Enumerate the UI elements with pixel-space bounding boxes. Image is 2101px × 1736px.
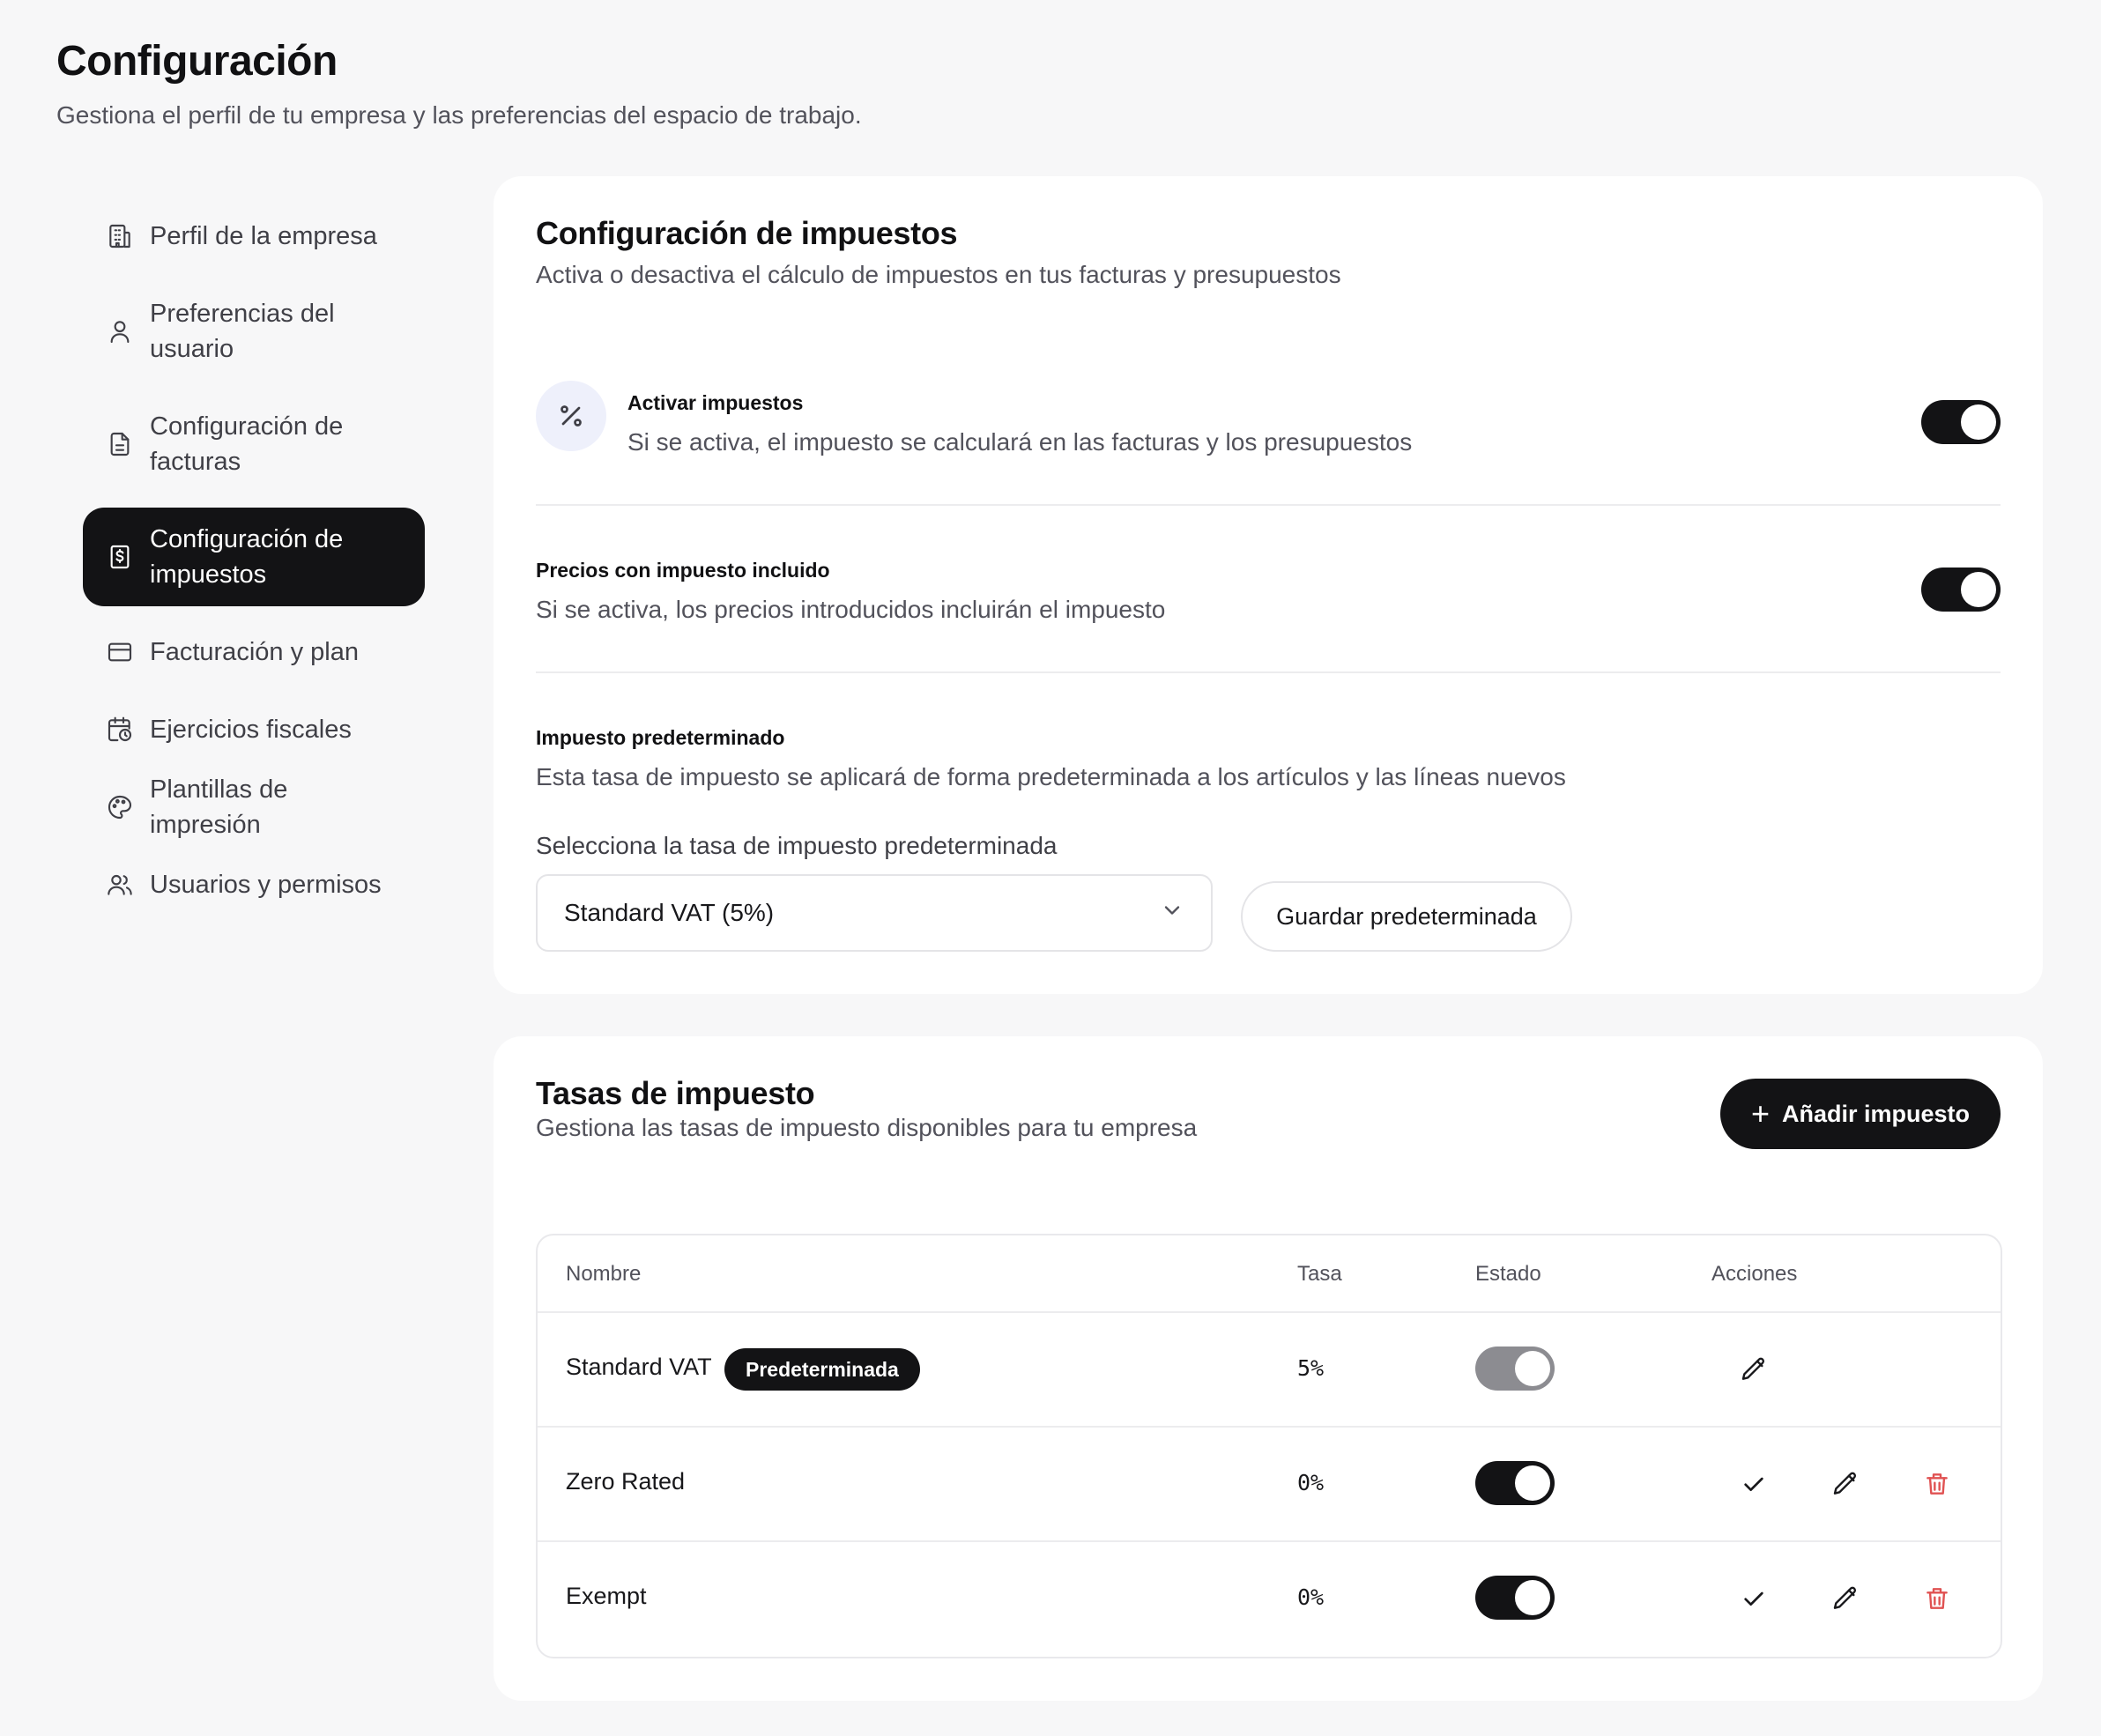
edit-icon[interactable] — [1830, 1583, 1861, 1614]
sidebar-item-label: Usuarios y permisos — [150, 871, 382, 899]
tax-rate: 0% — [1297, 1584, 1325, 1610]
default-tax-select-label: Selecciona la tasa de impuesto predeterm… — [536, 832, 1058, 859]
trash-icon[interactable] — [1921, 1468, 1953, 1500]
toggle-knob — [1515, 1351, 1550, 1386]
divider — [536, 504, 2001, 506]
enable-taxes-help: Si se activa, el impuesto se calculará e… — [627, 428, 1413, 456]
tax-inclusive-label: Precios con impuesto incluido — [536, 559, 830, 582]
user-icon — [104, 315, 136, 347]
add-tax-label: Añadir impuesto — [1782, 1100, 1971, 1127]
trash-icon[interactable] — [1921, 1583, 1953, 1614]
tax-settings-title: Configuración de impuestos — [536, 215, 958, 251]
palette-icon — [104, 791, 136, 823]
tax-rates-table: Nombre Tasa Estado Acciones Standard VAT… — [536, 1234, 2002, 1658]
sidebar-item-label: Facturación y plan — [150, 638, 359, 666]
enable-taxes-toggle[interactable] — [1921, 400, 2001, 444]
save-default-button[interactable]: Guardar predeterminada — [1241, 881, 1572, 952]
tax-rate: 0% — [1297, 1470, 1325, 1495]
default-badge: Predeterminada — [724, 1348, 920, 1391]
sidebar-item-print-templates[interactable]: Plantillas de impresión — [83, 775, 425, 839]
page-title: Configuración — [56, 38, 338, 85]
divider — [536, 671, 2001, 673]
table-row: Zero Rated 0% — [538, 1428, 2001, 1542]
tax-inclusive-help: Si se activa, los precios introducidos i… — [536, 596, 1166, 623]
sidebar-item-billing-plan[interactable]: Facturación y plan — [83, 620, 425, 684]
status-toggle[interactable] — [1475, 1347, 1555, 1391]
set-default-check-icon[interactable] — [1738, 1583, 1770, 1614]
tax-name: Standard VAT — [566, 1354, 712, 1380]
table-header: Nombre Tasa Estado Acciones — [538, 1235, 2001, 1313]
tax-name: Exempt — [566, 1583, 647, 1609]
users-icon — [104, 869, 136, 901]
column-header-name: Nombre — [566, 1262, 642, 1286]
status-toggle[interactable] — [1475, 1461, 1555, 1505]
tax-rates-title: Tasas de impuesto — [536, 1075, 815, 1111]
status-toggle[interactable] — [1475, 1576, 1555, 1620]
sidebar-item-fiscal-years[interactable]: Ejercicios fiscales — [83, 698, 425, 761]
sidebar-item-label: Perfil de la empresa — [150, 222, 377, 250]
sidebar-item-label: Ejercicios fiscales — [150, 716, 352, 744]
default-tax-select[interactable]: Standard VAT (5%) — [536, 874, 1213, 952]
sidebar-item-label: Preferencias del usuario — [150, 300, 335, 363]
column-header-status: Estado — [1475, 1262, 1541, 1286]
calendar-clock-icon — [104, 714, 136, 746]
tax-inclusive-toggle[interactable] — [1921, 568, 2001, 612]
receipt-icon — [104, 541, 136, 573]
toggle-knob — [1515, 1465, 1550, 1501]
column-header-rate: Tasa — [1297, 1262, 1342, 1286]
sidebar-item-user-preferences[interactable]: Preferencias del usuario — [83, 282, 425, 381]
toggle-knob — [1515, 1580, 1550, 1615]
column-header-actions: Acciones — [1711, 1262, 1798, 1286]
page-subtitle: Gestiona el perfil de tu empresa y las p… — [56, 101, 862, 129]
table-row: Exempt 0% — [538, 1542, 2001, 1657]
percent-icon — [536, 381, 606, 451]
sidebar-item-label: Configuración de impuestos — [150, 525, 344, 589]
edit-icon[interactable] — [1738, 1354, 1770, 1385]
tax-rates-description: Gestiona las tasas de impuesto disponibl… — [536, 1114, 1198, 1141]
toggle-knob — [1961, 404, 1996, 440]
sidebar-item-label: Configuración de facturas — [150, 412, 344, 476]
edit-icon[interactable] — [1830, 1468, 1861, 1500]
settings-sidebar: Perfil de la empresa Preferencias del us… — [83, 204, 425, 916]
table-row: Standard VAT Predeterminada 5% — [538, 1313, 2001, 1428]
sidebar-item-label: Plantillas de impresión — [150, 775, 288, 839]
enable-taxes-label: Activar impuestos — [627, 391, 804, 414]
default-tax-label: Impuesto predeterminado — [536, 726, 785, 749]
tax-name: Zero Rated — [566, 1468, 686, 1495]
chevron-down-icon — [1160, 898, 1184, 929]
tax-settings-card: Configuración de impuestos Activa o desa… — [494, 176, 2043, 994]
document-icon — [104, 428, 136, 460]
sidebar-item-tax-settings[interactable]: Configuración de impuestos — [83, 508, 425, 606]
building-icon — [104, 220, 136, 252]
set-default-check-icon[interactable] — [1738, 1468, 1770, 1500]
page-header: Configuración Gestiona el perfil de tu e… — [56, 37, 862, 130]
tax-settings-description: Activa o desactiva el cálculo de impuest… — [536, 261, 1341, 288]
tax-rate: 5% — [1297, 1355, 1325, 1381]
default-tax-help: Esta tasa de impuesto se aplicará de for… — [536, 763, 1566, 790]
plus-icon: + — [1750, 1095, 1770, 1131]
sidebar-item-company-profile[interactable]: Perfil de la empresa — [83, 204, 425, 268]
sidebar-item-users-permissions[interactable]: Usuarios y permisos — [83, 853, 425, 916]
tax-rates-card: Tasas de impuesto Gestiona las tasas de … — [494, 1036, 2043, 1701]
credit-card-icon — [104, 636, 136, 668]
sidebar-item-invoice-settings[interactable]: Configuración de facturas — [83, 395, 425, 493]
default-tax-select-value: Standard VAT (5%) — [564, 899, 775, 926]
toggle-knob — [1961, 572, 1996, 607]
add-tax-button[interactable]: + Añadir impuesto — [1720, 1079, 2001, 1149]
